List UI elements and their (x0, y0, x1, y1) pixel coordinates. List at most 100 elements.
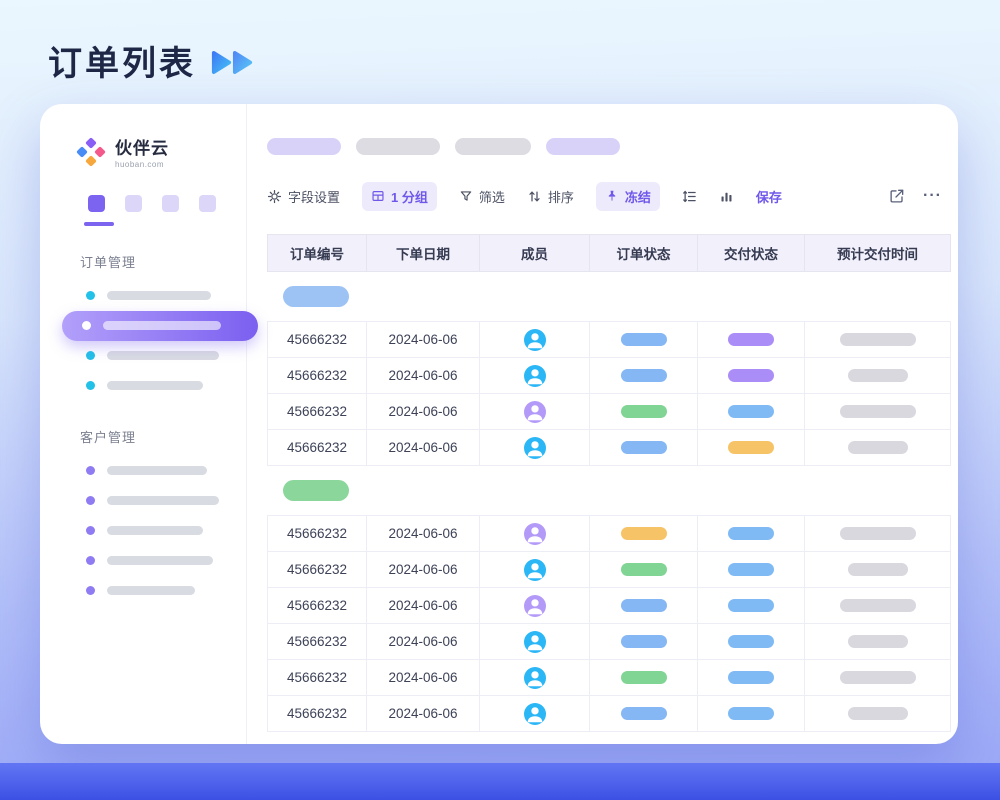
table-row[interactable]: 456662322024-06-06 (267, 516, 951, 552)
more-button[interactable]: ··· (923, 187, 942, 205)
delivery-cell (698, 588, 805, 623)
title-arrows-icon (210, 49, 254, 76)
chart-view-button[interactable] (719, 189, 734, 204)
status-cell (590, 624, 698, 659)
delivery-pill (728, 599, 774, 612)
placeholder-bar (107, 526, 203, 535)
column-header[interactable]: 订单编号 (267, 235, 367, 271)
status-pill (621, 707, 667, 720)
date-cell: 2024-06-06 (367, 552, 480, 587)
main-panel: 字段设置 1 分组 筛选 排序 (247, 104, 958, 744)
page-title: 订单列表 (48, 36, 196, 85)
field-settings-button[interactable]: 字段设置 (267, 187, 340, 206)
status-pill (621, 599, 667, 612)
sidebar-item-active[interactable] (62, 311, 258, 341)
table-row[interactable]: 456662322024-06-06 (267, 588, 951, 624)
date-cell: 2024-06-06 (367, 696, 480, 731)
sidebar-tab[interactable] (162, 195, 179, 212)
table-row[interactable]: 456662322024-06-06 (267, 552, 951, 588)
delivery-pill (728, 635, 774, 648)
sidebar-item[interactable] (86, 576, 246, 606)
person-icon (524, 703, 546, 725)
sidebar-tab[interactable] (125, 195, 142, 212)
delivery-pill (728, 333, 774, 346)
member-avatar-icon (524, 365, 546, 387)
column-header[interactable]: 交付状态 (698, 235, 805, 271)
person-icon (524, 595, 546, 617)
group-pill (283, 286, 349, 307)
delivery-cell (698, 394, 805, 429)
order-no-cell: 45666232 (267, 552, 367, 587)
toolbar: 字段设置 1 分组 筛选 排序 (267, 182, 942, 210)
filter-label: 筛选 (479, 187, 505, 206)
column-header[interactable]: 下单日期 (367, 235, 480, 271)
member-cell (480, 430, 590, 465)
table-row[interactable]: 456662322024-06-06 (267, 358, 951, 394)
eta-cell (805, 552, 951, 587)
date-cell: 2024-06-06 (367, 394, 480, 429)
sidebar-item[interactable] (86, 371, 246, 401)
column-header[interactable]: 预计交付时间 (805, 235, 951, 271)
placeholder-bar (107, 496, 219, 505)
export-button[interactable] (889, 188, 905, 204)
table-row[interactable]: 456662322024-06-06 (267, 660, 951, 696)
save-button[interactable]: 保存 (756, 187, 782, 206)
sidebar-item[interactable] (86, 516, 246, 546)
skeleton-pill (546, 138, 620, 155)
gear-icon (267, 189, 282, 204)
active-tab-underline (84, 222, 114, 226)
delivery-cell (698, 430, 805, 465)
date-cell: 2024-06-06 (367, 624, 480, 659)
table-row[interactable]: 456662322024-06-06 (267, 624, 951, 660)
group-label: 1 分组 (391, 187, 428, 206)
placeholder-bar (107, 556, 213, 565)
status-pill (621, 333, 667, 346)
freeze-chip[interactable]: 冻结 (596, 182, 660, 211)
status-cell (590, 322, 698, 357)
eta-placeholder-pill (848, 441, 908, 454)
order-no-cell: 45666232 (267, 430, 367, 465)
dot-icon (86, 496, 95, 505)
order-no-cell: 45666232 (267, 358, 367, 393)
app-window: 伙伴云 huoban.com 订单管理客户管理 字段设置 1 分组 (40, 104, 958, 744)
group-chip[interactable]: 1 分组 (362, 182, 437, 211)
delivery-cell (698, 552, 805, 587)
sidebar-item[interactable] (86, 486, 246, 516)
filter-button[interactable]: 筛选 (459, 187, 505, 206)
logo[interactable]: 伙伴云 huoban.com (76, 134, 246, 169)
delivery-pill (728, 369, 774, 382)
sidebar-item[interactable] (86, 341, 246, 371)
status-pill (621, 369, 667, 382)
placeholder-bar (103, 321, 221, 330)
status-pill (621, 671, 667, 684)
toolbar-right: ··· (889, 187, 942, 205)
member-avatar-icon (524, 703, 546, 725)
sidebar-tab[interactable] (199, 195, 216, 212)
skeleton-pill (356, 138, 440, 155)
bar-chart-icon (719, 189, 734, 204)
sort-button[interactable]: 排序 (527, 187, 574, 206)
member-cell (480, 660, 590, 695)
member-cell (480, 358, 590, 393)
eta-placeholder-pill (848, 635, 908, 648)
member-avatar-icon (524, 329, 546, 351)
delivery-pill (728, 405, 774, 418)
row-height-button[interactable] (682, 189, 697, 204)
date-cell: 2024-06-06 (367, 322, 480, 357)
status-cell (590, 552, 698, 587)
sidebar-tab[interactable] (88, 195, 105, 212)
table-row[interactable]: 456662322024-06-06 (267, 696, 951, 732)
section-label: 订单管理 (80, 252, 246, 271)
column-header[interactable]: 订单状态 (590, 235, 698, 271)
table-row[interactable]: 456662322024-06-06 (267, 322, 951, 358)
sidebar-item[interactable] (86, 281, 246, 311)
sidebar-item[interactable] (86, 456, 246, 486)
order-no-cell: 45666232 (267, 624, 367, 659)
sidebar-tabs (88, 195, 246, 212)
table-row[interactable]: 456662322024-06-06 (267, 394, 951, 430)
column-header[interactable]: 成员 (480, 235, 590, 271)
table-row[interactable]: 456662322024-06-06 (267, 430, 951, 466)
sidebar-item[interactable] (86, 546, 246, 576)
eta-placeholder-pill (848, 563, 908, 576)
person-icon (524, 437, 546, 459)
